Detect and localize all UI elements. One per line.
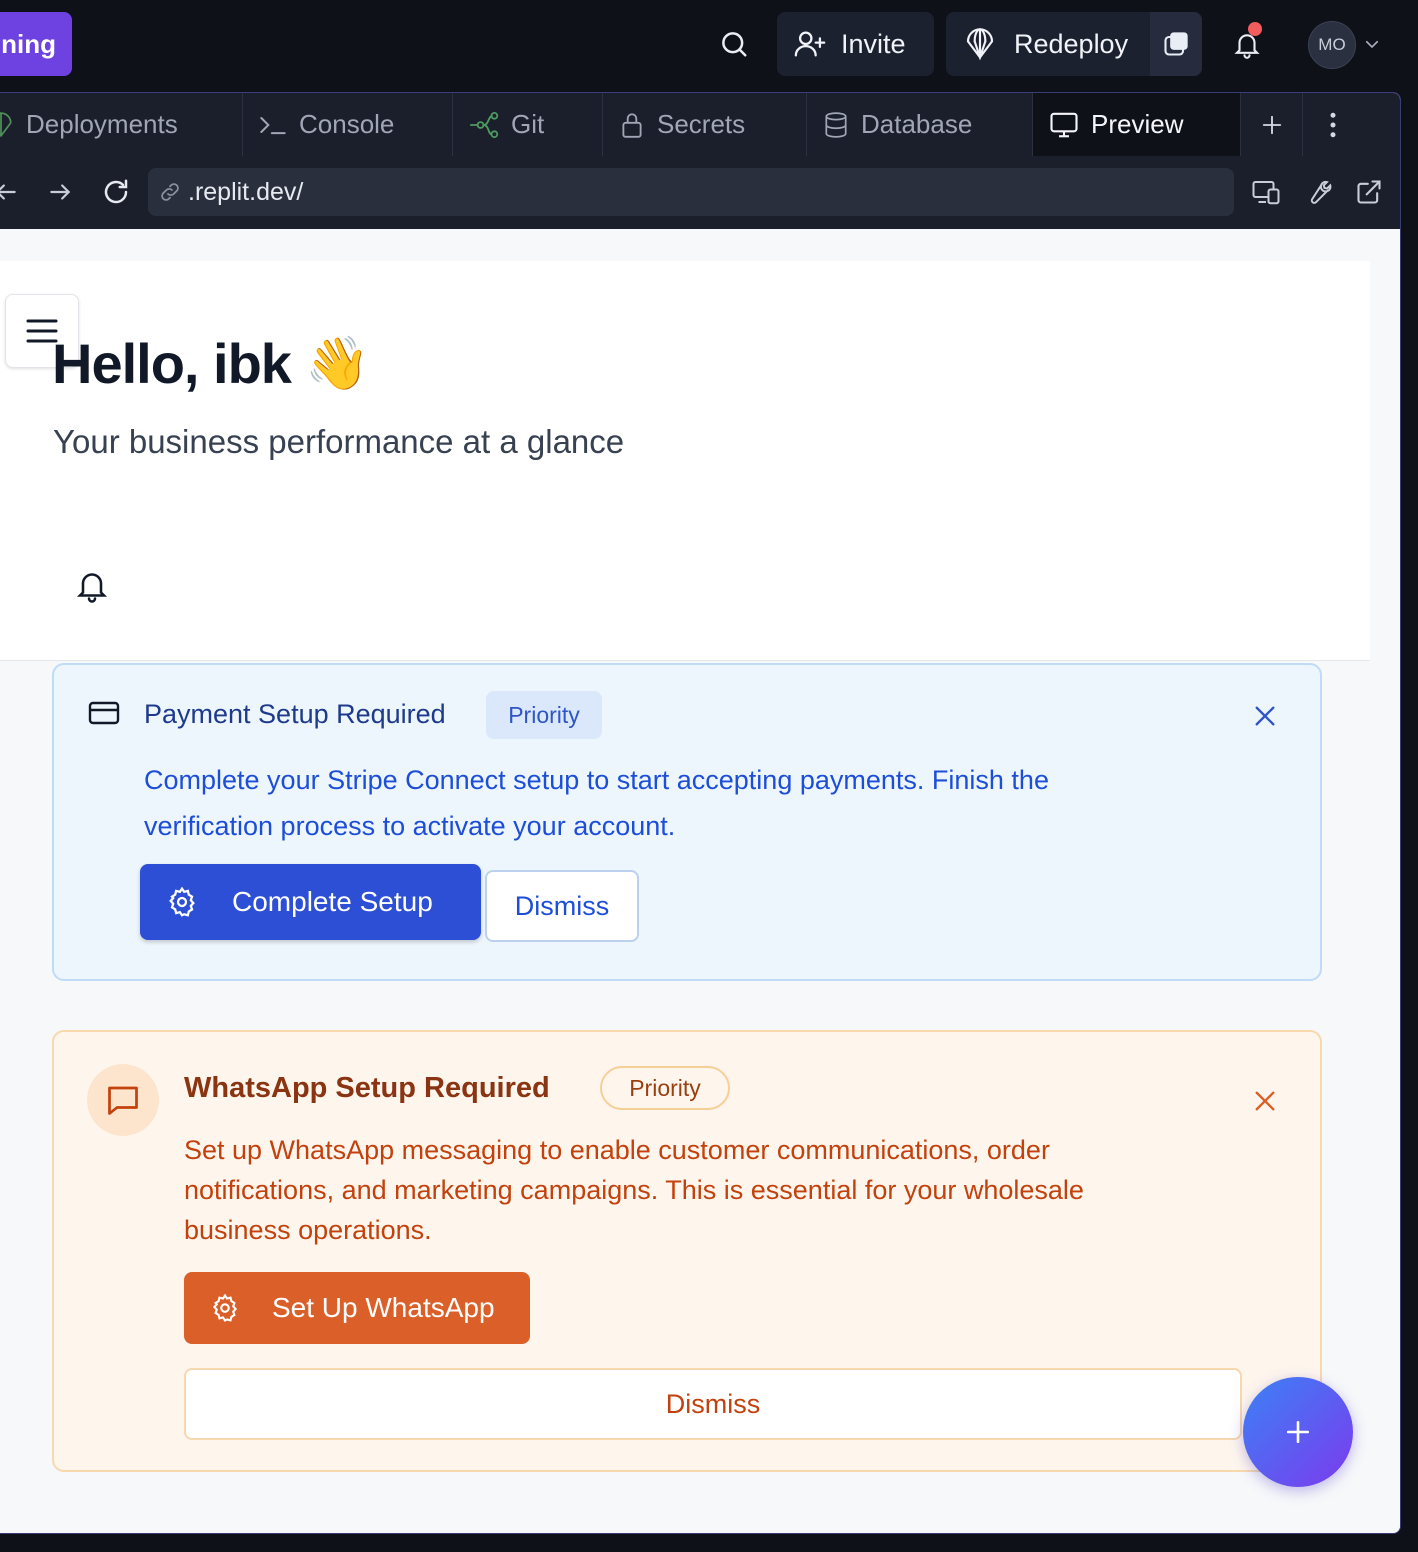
search-button[interactable]	[708, 18, 760, 70]
avatar[interactable]: MO	[1308, 21, 1356, 69]
open-new-tab-button[interactable]	[1351, 174, 1387, 210]
app-content: Hello, ibk 👋 Your business performance a…	[0, 229, 1400, 1533]
monitor-icon	[1050, 112, 1078, 137]
deployments-icon	[0, 111, 12, 137]
whatsapp-setup-alert: WhatsApp Setup Required Priority Set up …	[52, 1030, 1322, 1472]
tab-label: Preview	[1091, 109, 1184, 139]
alert-title: Payment Setup Required	[144, 699, 446, 729]
page-title: Hello, ibk 👋	[52, 331, 370, 396]
gear-icon	[212, 1293, 238, 1322]
reload-icon	[104, 179, 128, 204]
chevron-down-icon	[1365, 40, 1379, 49]
windows-icon	[1164, 32, 1188, 56]
add-fab-button[interactable]	[1243, 1377, 1353, 1487]
workspace-header: ning Invite Redeploy MO	[0, 0, 1418, 92]
tab-label: Console	[299, 109, 395, 139]
new-tab-button[interactable]	[1241, 93, 1303, 156]
device-preview-button[interactable]	[1248, 174, 1284, 210]
close-button[interactable]	[1250, 1086, 1280, 1116]
deploy-icon	[966, 28, 994, 60]
credit-card-icon	[88, 701, 120, 725]
url-input[interactable]: .replit.dev/	[148, 168, 1234, 216]
preview-pane: Deployments Console Git Secrets Database…	[0, 92, 1401, 1534]
deployment-status-button[interactable]	[1150, 12, 1202, 76]
lock-icon	[622, 112, 642, 138]
dismiss-button[interactable]: Dismiss	[184, 1368, 1242, 1440]
more-vertical-icon	[1330, 112, 1336, 137]
tab-secrets[interactable]: Secrets	[603, 93, 807, 156]
database-icon	[825, 111, 847, 138]
url-text: .replit.dev/	[188, 177, 304, 206]
browser-bar: .replit.dev/	[0, 156, 1400, 229]
external-link-icon	[1357, 180, 1381, 204]
tab-deployments[interactable]: Deployments	[0, 93, 243, 156]
button-label: Set Up WhatsApp	[272, 1292, 495, 1323]
git-icon	[470, 111, 499, 138]
wave-emoji: 👋	[304, 335, 370, 393]
plus-icon	[1262, 115, 1281, 134]
notification-dot	[1248, 22, 1262, 36]
tab-bar: Deployments Console Git Secrets Database…	[0, 93, 1400, 156]
setup-whatsapp-button[interactable]: Set Up WhatsApp	[184, 1272, 530, 1344]
complete-setup-button[interactable]: Complete Setup	[140, 864, 481, 940]
invite-label: Invite	[841, 28, 906, 59]
dashboard-header: Hello, ibk 👋 Your business performance a…	[0, 261, 1370, 661]
plus-icon	[1286, 1420, 1310, 1444]
dismiss-button[interactable]: Dismiss	[485, 870, 639, 942]
payment-setup-alert: Payment Setup Required Priority Complete…	[52, 663, 1322, 981]
greeting-text: Hello, ibk	[52, 332, 292, 395]
button-label: Complete Setup	[232, 886, 433, 917]
account-menu-button[interactable]	[1360, 32, 1384, 56]
invite-button[interactable]: Invite	[777, 12, 934, 76]
devtools-button[interactable]	[1300, 174, 1336, 210]
devices-icon	[1252, 181, 1280, 205]
close-icon	[1255, 1091, 1275, 1111]
tab-git[interactable]: Git	[453, 93, 603, 156]
alert-description: Set up WhatsApp messaging to enable cust…	[184, 1135, 1084, 1245]
app-notifications-button[interactable]	[74, 567, 110, 603]
notifications-button[interactable]	[1222, 18, 1272, 70]
forward-button[interactable]	[42, 174, 78, 210]
add-user-icon	[794, 31, 826, 57]
back-button[interactable]	[0, 174, 24, 210]
message-square-icon	[108, 1086, 138, 1115]
wrench-icon	[1310, 180, 1332, 204]
gear-icon	[169, 886, 195, 917]
search-icon	[722, 32, 747, 57]
message-icon-badge	[87, 1064, 159, 1136]
tab-console[interactable]: Console	[243, 93, 453, 156]
close-icon	[1255, 706, 1275, 726]
tab-preview[interactable]: Preview	[1033, 93, 1241, 156]
tab-label: Secrets	[657, 109, 746, 139]
close-button[interactable]	[1250, 701, 1280, 731]
bell-icon	[76, 573, 108, 603]
tab-label: Git	[511, 109, 545, 139]
link-icon	[161, 183, 179, 201]
arrow-right-icon	[50, 184, 71, 200]
page-subtitle: Your business performance at a glance	[53, 423, 625, 460]
tab-database[interactable]: Database	[807, 93, 1033, 156]
tab-label: Database	[861, 109, 973, 139]
alert-description: Complete your Stripe Connect setup to st…	[144, 765, 1049, 841]
arrow-left-icon	[0, 184, 16, 200]
priority-badge: Priority	[600, 1066, 730, 1110]
alert-title: WhatsApp Setup Required	[184, 1072, 550, 1104]
priority-badge: Priority	[486, 691, 602, 739]
redeploy-label: Redeploy	[1014, 28, 1129, 59]
run-button[interactable]: ning	[0, 12, 72, 76]
tab-label: Deployments	[26, 109, 178, 139]
reload-button[interactable]	[98, 174, 134, 210]
console-icon	[260, 116, 286, 134]
redeploy-group: Redeploy	[946, 12, 1202, 76]
redeploy-button[interactable]: Redeploy	[946, 12, 1150, 76]
more-options-button[interactable]	[1303, 93, 1363, 156]
